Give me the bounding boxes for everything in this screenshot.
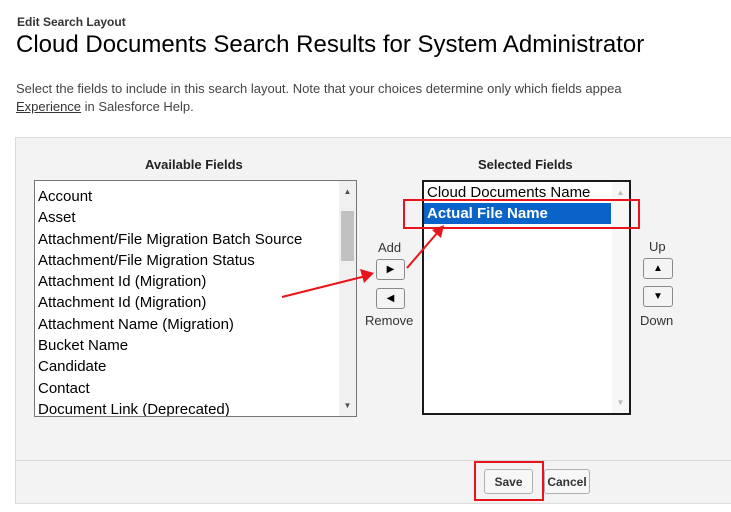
selected-field-option-active[interactable]: Actual File Name (424, 203, 611, 224)
add-button[interactable]: ▶ (376, 259, 405, 280)
triangle-left-icon: ◀ (386, 293, 395, 304)
cancel-button[interactable]: Cancel (544, 469, 590, 494)
available-fields-list[interactable]: Account Asset Attachment/File Migration … (34, 180, 357, 417)
page-title: Cloud Documents Search Results for Syste… (16, 31, 645, 58)
triangle-right-icon: ▶ (386, 264, 395, 275)
section-label: Edit Search Layout (17, 15, 126, 29)
available-field-option[interactable]: Attachment/File Migration Batch Source (35, 229, 335, 250)
add-label: Add (378, 240, 402, 255)
selected-field-option[interactable]: Cloud Documents Name (424, 182, 611, 203)
description-line-2-text: in Salesforce Help. (81, 99, 194, 114)
save-button[interactable]: Save (484, 469, 533, 494)
panel-divider (15, 460, 731, 461)
scroll-down-arrow-icon[interactable]: ▼ (612, 394, 629, 411)
scroll-up-arrow-icon[interactable]: ▲ (612, 184, 629, 201)
available-field-option[interactable]: Bucket Name (35, 335, 335, 356)
available-field-option[interactable]: Attachment Id (Migration) (35, 271, 335, 292)
selected-fields-list[interactable]: Cloud Documents Name Actual File Name ▲ … (422, 180, 631, 415)
available-field-option[interactable]: Candidate (35, 356, 335, 377)
scroll-up-arrow-icon[interactable]: ▲ (339, 183, 356, 200)
available-field-option[interactable]: Attachment Id (Migration) (35, 292, 335, 313)
scrollbar-thumb[interactable] (341, 211, 354, 261)
remove-label: Remove (365, 313, 414, 328)
available-list-scrollbar[interactable]: ▲ ▼ (339, 181, 356, 416)
selected-list-scrollbar[interactable]: ▲ ▼ (612, 182, 629, 413)
scroll-down-arrow-icon[interactable]: ▼ (339, 397, 356, 414)
triangle-down-icon: ▼ (653, 291, 663, 302)
triangle-up-icon: ▲ (653, 263, 663, 274)
available-field-option[interactable]: Asset (35, 207, 335, 228)
remove-button[interactable]: ◀ (376, 288, 405, 309)
selected-fields-label: Selected Fields (478, 157, 573, 172)
available-field-option[interactable]: Attachment Name (Migration) (35, 314, 335, 335)
available-fields-label: Available Fields (145, 157, 243, 172)
description-line-1: Select the fields to include in this sea… (16, 81, 622, 96)
down-label: Down (640, 313, 674, 328)
description-line-2: Experience in Salesforce Help. (16, 98, 731, 116)
move-down-button[interactable]: ▼ (643, 286, 673, 307)
available-field-option[interactable]: Contact (35, 378, 335, 399)
available-field-option[interactable]: Account (35, 186, 335, 207)
move-up-button[interactable]: ▲ (643, 258, 673, 279)
help-link[interactable]: Experience (16, 99, 81, 114)
description: Select the fields to include in this sea… (16, 80, 731, 116)
available-field-option[interactable]: Document Link (Deprecated) (35, 399, 335, 416)
up-label: Up (649, 239, 666, 254)
available-field-option[interactable]: Attachment/File Migration Status (35, 250, 335, 271)
